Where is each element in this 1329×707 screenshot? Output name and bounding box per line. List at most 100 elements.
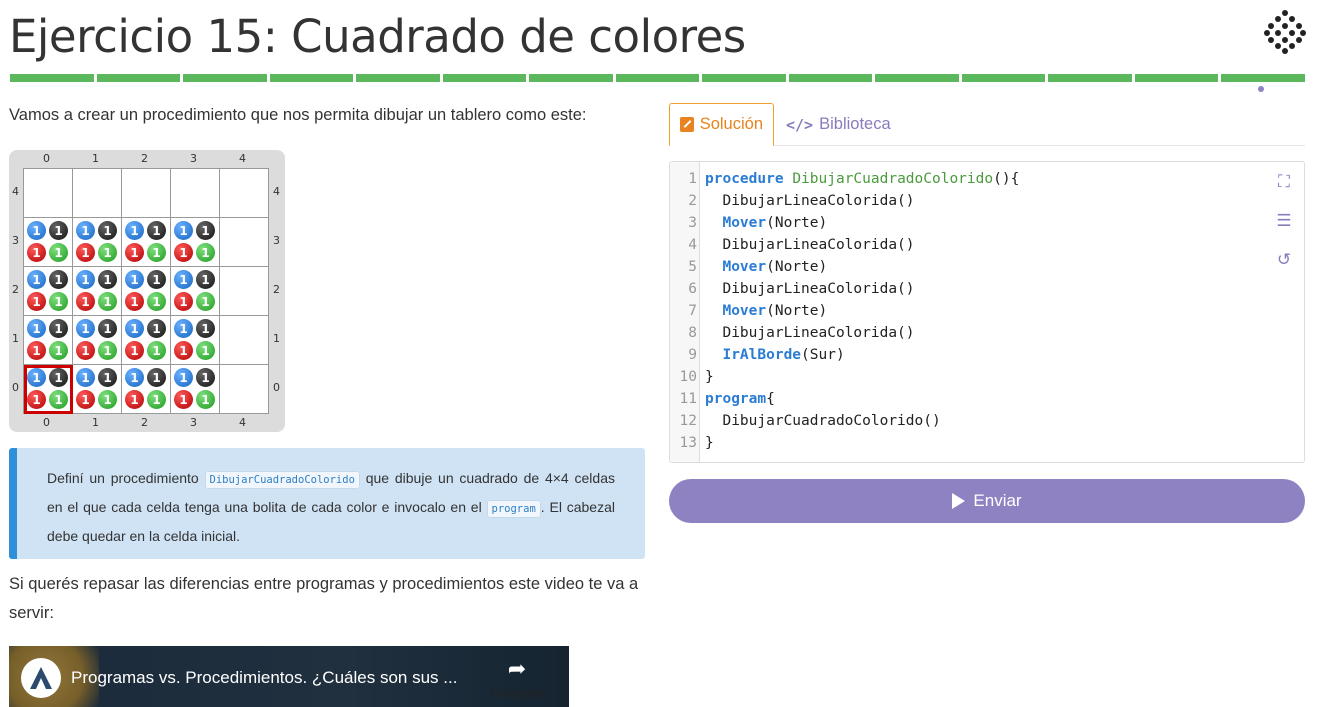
row-label: 0 bbox=[273, 381, 280, 394]
reset-icon[interactable]: ↺ bbox=[1274, 250, 1294, 270]
progress-segment[interactable] bbox=[269, 74, 354, 82]
gobstones-board: 1111111111111111111111111111111111111111… bbox=[9, 150, 285, 432]
code-token: Mover bbox=[722, 259, 767, 275]
board-cell: 1111 bbox=[122, 218, 171, 267]
program-keyword-code: program bbox=[486, 500, 541, 518]
ball-blue: 1 bbox=[174, 368, 193, 387]
progress-segment[interactable] bbox=[1134, 74, 1219, 82]
board-cell: 1111 bbox=[171, 316, 220, 365]
code-line[interactable]: 7 Mover (Norte) bbox=[670, 300, 1019, 322]
ball-black: 1 bbox=[49, 368, 68, 387]
submit-button[interactable]: Enviar bbox=[669, 479, 1305, 523]
exercise-progress-bar[interactable] bbox=[10, 74, 1305, 82]
code-line[interactable]: 3 Mover (Norte) bbox=[670, 212, 1019, 234]
tab-solucion[interactable]: Solución bbox=[669, 103, 774, 146]
ball-black: 1 bbox=[98, 221, 117, 240]
code-icon: </> bbox=[786, 115, 814, 134]
ball-red: 1 bbox=[76, 390, 95, 409]
code-editor[interactable]: 1 procedure DibujarCuadradoColorido(){2 D… bbox=[669, 161, 1305, 463]
progress-segment[interactable] bbox=[615, 74, 700, 82]
progress-segment[interactable] bbox=[96, 74, 181, 82]
line-number: 13 bbox=[679, 435, 697, 451]
ball-blue: 1 bbox=[76, 319, 95, 338]
line-number: 4 bbox=[688, 237, 697, 253]
progress-segment[interactable] bbox=[529, 74, 613, 82]
code-line[interactable]: 13} bbox=[670, 432, 1019, 454]
progress-segment[interactable] bbox=[1048, 74, 1132, 82]
line-number: 12 bbox=[679, 413, 697, 429]
ball-black: 1 bbox=[196, 368, 215, 387]
ball-red: 1 bbox=[76, 341, 95, 360]
progress-segment[interactable] bbox=[702, 74, 786, 82]
ball-green: 1 bbox=[98, 390, 117, 409]
editor-tabs: Solución </> Biblioteca bbox=[669, 103, 1305, 146]
code-line[interactable]: 8 DibujarLineaColorida() bbox=[670, 322, 1019, 344]
code-line[interactable]: 5 Mover (Norte) bbox=[670, 256, 1019, 278]
progress-segment[interactable] bbox=[442, 74, 527, 82]
fullscreen-icon[interactable]: ⛶ bbox=[1274, 172, 1294, 192]
share-button[interactable]: ➦ Compartir bbox=[485, 658, 549, 701]
line-number: 1 bbox=[688, 171, 697, 187]
ball-black: 1 bbox=[98, 270, 117, 289]
row-label: 1 bbox=[12, 332, 19, 345]
ball-red: 1 bbox=[125, 292, 144, 311]
ball-red: 1 bbox=[76, 243, 95, 262]
progress-segment[interactable] bbox=[356, 74, 440, 82]
progress-segment[interactable] bbox=[961, 74, 1046, 82]
code-line[interactable]: 11 program{ bbox=[670, 388, 1019, 410]
code-token: { bbox=[766, 391, 775, 407]
board-cell: 1111 bbox=[73, 365, 122, 414]
ball-red: 1 bbox=[76, 292, 95, 311]
ball-green: 1 bbox=[98, 292, 117, 311]
progress-segment[interactable] bbox=[875, 74, 959, 82]
ball-red: 1 bbox=[27, 243, 46, 262]
edit-icon bbox=[680, 117, 694, 132]
board-cell: 1111 bbox=[24, 316, 73, 365]
ball-green: 1 bbox=[49, 341, 68, 360]
board-cell: 1111 bbox=[122, 365, 171, 414]
code-line[interactable]: 6 DibujarLineaColorida() bbox=[670, 278, 1019, 300]
video-title[interactable]: Programas vs. Procedimientos. ¿Cuáles so… bbox=[71, 668, 457, 688]
board-cell: 1111 bbox=[73, 267, 122, 316]
indent-icon[interactable]: ☰ bbox=[1274, 211, 1294, 231]
code-line[interactable]: 4 DibujarLineaColorida() bbox=[670, 234, 1019, 256]
code-token: (Norte) bbox=[766, 303, 828, 319]
ball-black: 1 bbox=[98, 319, 117, 338]
code-token: (Sur) bbox=[801, 347, 845, 363]
ball-blue: 1 bbox=[125, 368, 144, 387]
line-number: 5 bbox=[688, 259, 697, 275]
tab-biblioteca[interactable]: </> Biblioteca bbox=[776, 103, 901, 146]
video-embed[interactable]: Programas vs. Procedimientos. ¿Cuáles so… bbox=[9, 646, 569, 707]
progress-segment[interactable] bbox=[1221, 74, 1305, 82]
ball-black: 1 bbox=[49, 270, 68, 289]
share-label: Compartir bbox=[489, 686, 545, 700]
column-label: 4 bbox=[239, 416, 246, 429]
code-line[interactable]: 1 procedure DibujarCuadradoColorido(){ bbox=[670, 168, 1019, 190]
ball-black: 1 bbox=[147, 368, 166, 387]
progress-segment[interactable] bbox=[10, 74, 94, 82]
column-label: 0 bbox=[43, 152, 50, 165]
code-line[interactable]: 9 IrAlBorde (Sur) bbox=[670, 344, 1019, 366]
code-token: DibujarCuadradoColorido() bbox=[705, 413, 941, 429]
ball-green: 1 bbox=[49, 390, 68, 409]
ball-green: 1 bbox=[98, 243, 117, 262]
code-line[interactable]: 2 DibujarLineaColorida() bbox=[670, 190, 1019, 212]
ball-red: 1 bbox=[125, 390, 144, 409]
progress-segment[interactable] bbox=[788, 74, 873, 82]
ball-blue: 1 bbox=[125, 319, 144, 338]
code-lines[interactable]: 1 procedure DibujarCuadradoColorido(){2 D… bbox=[670, 168, 1020, 454]
ball-blue: 1 bbox=[125, 221, 144, 240]
code-token: (Norte) bbox=[766, 215, 828, 231]
channel-logo-icon[interactable] bbox=[21, 658, 61, 698]
ball-black: 1 bbox=[147, 270, 166, 289]
ball-blue: 1 bbox=[76, 221, 95, 240]
mumuki-logo-icon[interactable] bbox=[1262, 8, 1308, 54]
code-line[interactable]: 10} bbox=[670, 366, 1019, 388]
row-label: 2 bbox=[273, 283, 280, 296]
progress-segment[interactable] bbox=[183, 74, 267, 82]
ball-green: 1 bbox=[49, 292, 68, 311]
procedure-name-code: DibujarCuadradoColorido bbox=[204, 471, 360, 489]
code-line[interactable]: 12 DibujarCuadradoColorido() bbox=[670, 410, 1019, 432]
ball-green: 1 bbox=[196, 341, 215, 360]
ball-black: 1 bbox=[49, 221, 68, 240]
